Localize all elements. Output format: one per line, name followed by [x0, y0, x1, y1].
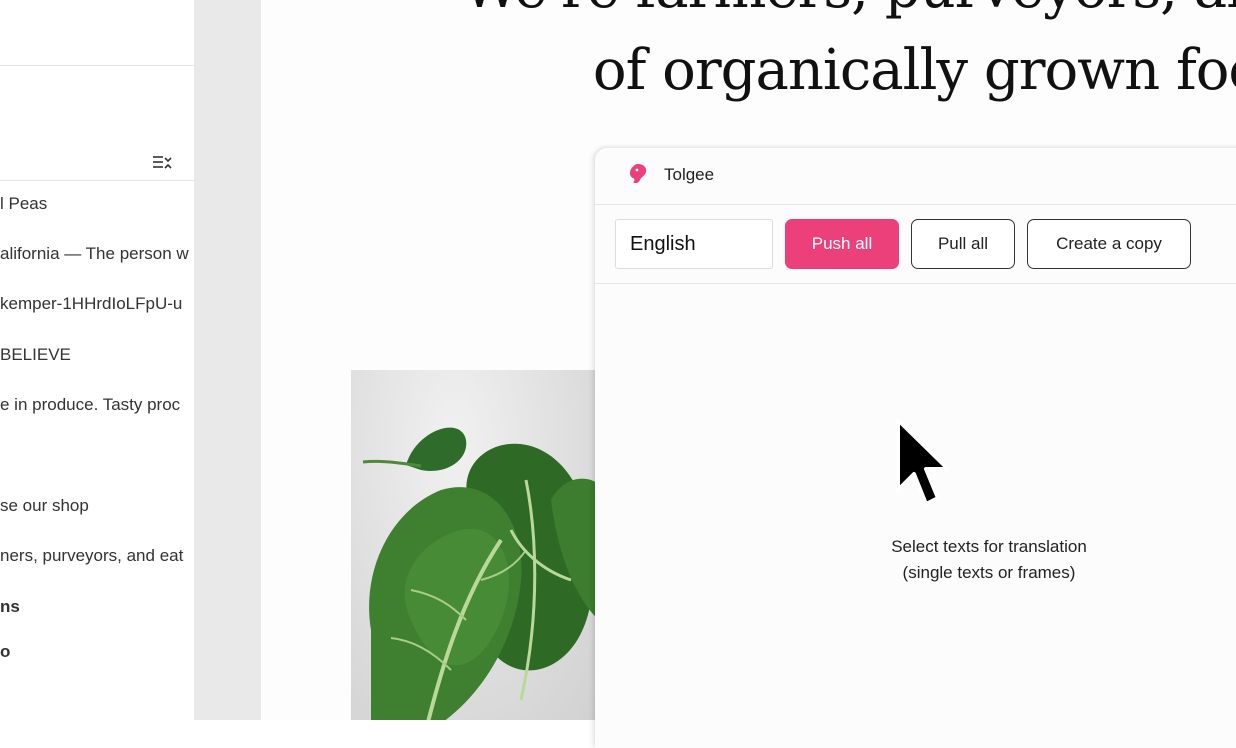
- layer-item[interactable]: l Peas: [0, 194, 47, 214]
- layers-panel-topbar: [0, 0, 194, 66]
- layers-panel-header: [0, 66, 194, 181]
- layer-item[interactable]: se our shop: [0, 496, 89, 516]
- language-select[interactable]: English: [615, 219, 773, 269]
- tolgee-titlebar: Tolgee: [595, 148, 1236, 205]
- layer-item[interactable]: alifornia — The person w: [0, 244, 189, 264]
- canvas-gutter: [194, 0, 261, 720]
- tolgee-toolbar: English Push all Pull all Create a copy: [595, 205, 1236, 284]
- empty-state-line-2: (single texts or frames): [902, 563, 1076, 582]
- hero-heading[interactable]: We're farmers, purveyors, and of organic…: [396, 0, 1236, 112]
- layer-item[interactable]: BELIEVE: [0, 345, 71, 365]
- layers-panel: l Peas alifornia — The person w kemper-1…: [0, 0, 194, 720]
- sort-icon[interactable]: [151, 152, 173, 174]
- tolgee-title: Tolgee: [664, 165, 715, 184]
- layer-item[interactable]: kemper-1HHrdIoLFpU-u: [0, 294, 182, 314]
- tolgee-logo-icon: [629, 164, 647, 184]
- small-leaf: [362, 427, 467, 471]
- hero-heading-line-2: of organically grown food: [592, 38, 1236, 103]
- leafy-greens-illustration: [362, 427, 611, 720]
- push-all-button[interactable]: Push all: [785, 219, 899, 269]
- layer-item[interactable]: o: [0, 642, 10, 662]
- layer-item[interactable]: ns: [0, 597, 20, 617]
- hero-heading-line-1: We're farmers, purveyors, and: [396, 0, 1236, 30]
- empty-state-line-1: Select texts for translation: [891, 537, 1087, 556]
- empty-state-message: Select texts for translation (single tex…: [855, 534, 1123, 586]
- mouse-cursor-icon: [896, 418, 950, 506]
- layer-item[interactable]: ners, purveyors, and eat: [0, 546, 183, 566]
- pull-all-button[interactable]: Pull all: [911, 219, 1015, 269]
- create-copy-button[interactable]: Create a copy: [1027, 219, 1191, 269]
- leafy-greens-image[interactable]: [351, 370, 611, 720]
- layer-item[interactable]: e in produce. Tasty proc: [0, 395, 180, 415]
